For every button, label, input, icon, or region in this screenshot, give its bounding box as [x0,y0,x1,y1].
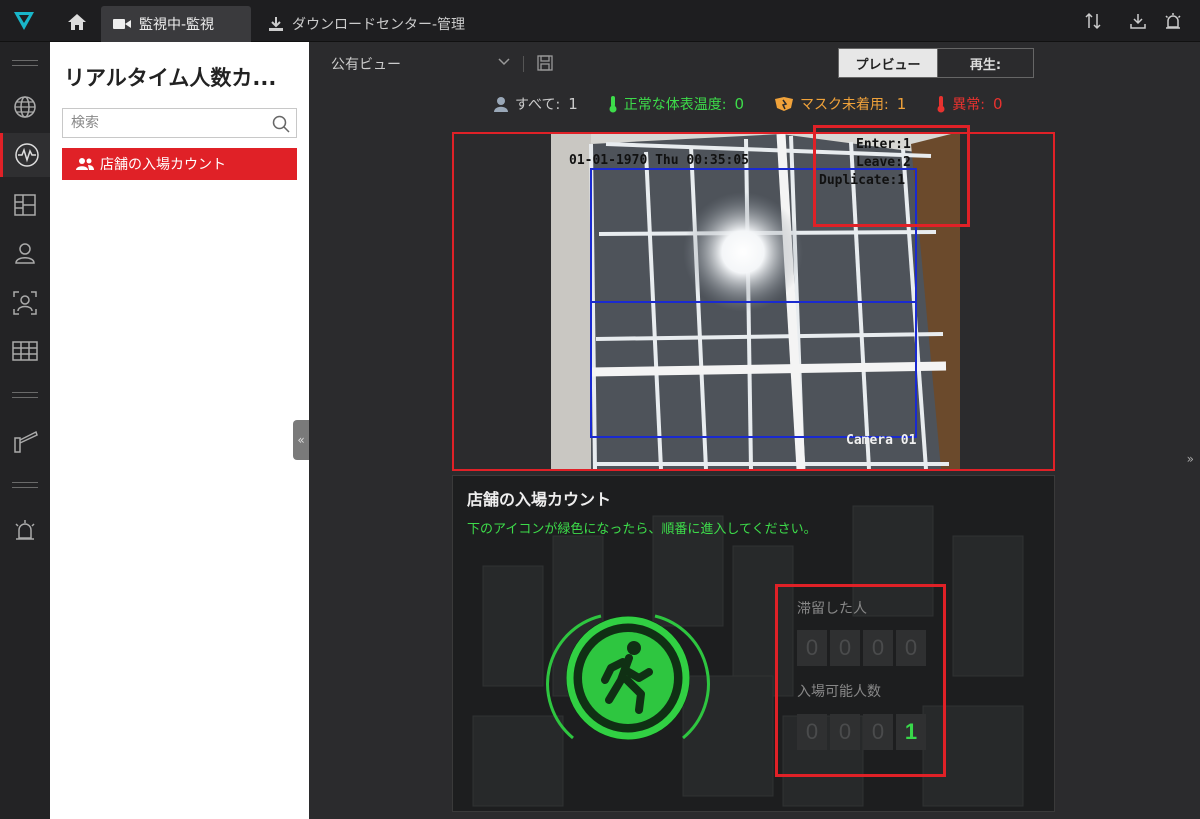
main-area: 公有ビュー プレビュー 再生: すべて: 1 正常な体表温度: 0 マスク未着用… [309,42,1200,819]
mask-warning-icon [775,97,793,111]
resource-sidebar: リアルタイム人数カ... 店舗の入場カウント [50,42,309,819]
highlight-box-counters [775,584,946,777]
stat-normal-temp: 正常な体表温度: 0 [608,94,744,114]
sidebar-title: リアルタイム人数カ... [64,66,277,90]
video-camera-icon [113,19,131,29]
panel-instruction: 下のアイコンが緑色になったら、順番に進入してください。 [467,522,817,537]
table-grid-icon [12,341,38,361]
stats-bar: すべて: 1 正常な体表温度: 0 マスク未着用: 1 異常: 0 [493,94,1033,114]
app-logo-icon [14,12,34,30]
tab-label: ダウンロードセンター-管理 [292,17,466,33]
rail-barrier[interactable] [0,419,50,463]
sidebar-item-label: 店舗の入場カウント [100,157,226,173]
search-input[interactable] [63,109,263,137]
rail-table[interactable] [0,329,50,373]
rail-alarm[interactable] [0,508,50,552]
osd-timestamp: 01-01-1970 Thu 00:35:05 [569,153,750,168]
stat-no-mask: マスク未着用: 1 [774,94,906,114]
stat-label: マスク未着用: [800,97,889,113]
sidebar-item-store-entry-count[interactable]: 店舗の入場カウント [62,148,297,180]
stat-label: 正常な体表温度: [623,97,727,113]
download-icon [269,17,283,31]
rail-layout[interactable] [0,183,50,227]
layout-grid-icon [14,194,36,216]
rail-divider [12,482,38,488]
rail-person[interactable] [0,231,50,275]
person-icon [494,97,508,112]
rail-divider [12,392,38,398]
person-icon [15,243,35,264]
expand-right-icon[interactable]: » [1187,452,1194,466]
walking-person-signal-icon [546,614,710,740]
rail-face-recognition[interactable] [0,281,50,325]
globe-icon [14,96,36,118]
barrier-gate-icon [14,430,38,453]
face-scan-icon [13,291,37,315]
video-window[interactable]: 01-01-1970 Thu 00:35:05 Enter:1 Leave:2 … [452,125,1055,471]
toolbar-divider [523,56,524,72]
save-icon[interactable] [537,55,553,71]
mode-switch: プレビュー 再生: [838,48,1034,78]
playback-button[interactable]: 再生: [937,49,1033,77]
rail-monitoring[interactable] [0,133,50,177]
search-icon[interactable] [272,115,290,133]
thermometer-icon [609,96,617,113]
alarm-light-icon [15,520,35,540]
stat-abnormal: 異常: 0 [936,94,1003,114]
stat-all: すべて: 1 [493,94,578,114]
rail-divider [12,60,38,66]
alarm-light-icon[interactable] [1164,12,1182,30]
people-group-icon [76,158,94,170]
rail-globe[interactable] [0,85,50,129]
tab-monitoring[interactable]: 監視中-監視 [101,6,251,42]
title-bar: 監視中-監視 ダウンロードセンター-管理 [0,0,1200,42]
view-name: 公有ビュー [331,57,401,73]
highlight-box-counts [813,125,970,227]
stat-label: 異常: [952,97,985,113]
search-box [62,108,297,138]
stat-value: 0 [992,95,1003,113]
sort-arrows-icon[interactable] [1084,12,1102,30]
pulse-monitor-icon [14,143,39,167]
sidebar-collapse-button[interactable]: « [293,420,309,460]
stat-value: 1 [568,95,578,113]
module-rail [0,42,50,819]
stat-value: 0 [734,95,744,113]
tab-label: 監視中-監視 [139,17,215,33]
view-dropdown[interactable]: 公有ビュー [331,54,511,74]
osd-camera-name: Camera 01 [846,433,917,448]
tab-download-center[interactable]: ダウンロードセンター-管理 [258,6,465,42]
home-icon[interactable] [66,12,88,32]
chevron-down-icon [498,58,510,66]
entry-count-panel: 店舗の入場カウント 下のアイコンが緑色になったら、順番に進入してください。 滞留… [452,475,1055,812]
preview-button[interactable]: プレビュー [839,49,937,77]
stat-label: すべて: [515,97,561,113]
panel-title: 店舗の入場カウント [467,490,612,509]
thermometer-icon [937,96,945,113]
download-tray-icon[interactable] [1129,12,1147,30]
stat-value: 1 [896,95,907,113]
